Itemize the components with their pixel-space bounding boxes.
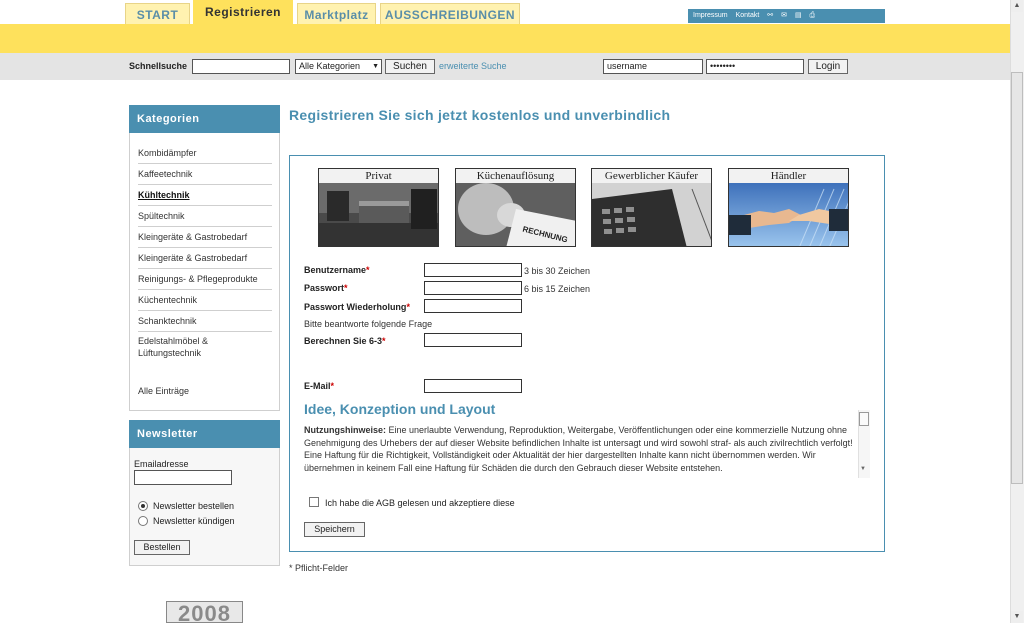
tab-ausschreibungen[interactable]: AUSSCHREIBUNGEN [380, 3, 520, 24]
link-icon[interactable]: ⚯ [767, 12, 773, 19]
search-input[interactable] [192, 59, 290, 74]
question-intro: Bitte beantworte folgende Frage [304, 319, 433, 329]
terms-text: Eine unerlaubte Verwendung, Reproduktion… [304, 425, 853, 473]
card-haendler-label: Händler [729, 169, 848, 183]
sidebar-item-reinigung[interactable]: Reinigungs- & Pflegeprodukte [138, 269, 272, 290]
radio-subscribe-label: Newsletter bestellen [153, 501, 235, 511]
sidebar-item-spueltechnik[interactable]: Spültechnik [138, 206, 272, 227]
username-label: Benutzername* [304, 265, 370, 275]
scroll-up-icon[interactable]: ▲ [1011, 0, 1023, 12]
login-password-input[interactable]: •••••••• [706, 59, 804, 74]
email-input[interactable] [424, 379, 522, 393]
sidebar-item-kleingeraete[interactable]: Kleingeräte & Gastrobedarf [138, 227, 272, 248]
card-haendler[interactable]: Händler [728, 168, 849, 247]
page-scroll-thumb[interactable] [1011, 72, 1023, 484]
card-gewerblicher-kaeufer[interactable]: Gewerblicher Käufer [591, 168, 712, 247]
header-band [0, 24, 1010, 53]
search-button[interactable]: Suchen [385, 59, 435, 74]
password-hint: 6 bis 15 Zeichen [524, 284, 591, 294]
search-label: Schnellsuche [129, 61, 188, 71]
category-select-value: Alle Kategorien [299, 61, 361, 71]
save-button[interactable]: Speichern [304, 522, 365, 537]
categories-header: Kategorien [129, 105, 280, 133]
card-kuechenaufloesung-label: Küchenauflösung [456, 169, 575, 183]
chevron-down-icon: ▼ [372, 63, 379, 70]
password-label: Passwort* [304, 283, 348, 293]
agb-checkbox[interactable] [309, 497, 319, 507]
print-icon[interactable]: ⎙ [810, 12, 816, 19]
sidebar-item-kleingeraete-2[interactable]: Kleingeräte & Gastrobedarf [138, 248, 272, 269]
kontakt-link[interactable]: Kontakt [736, 12, 760, 19]
sidebar-all-entries[interactable]: Alle Einträge [138, 381, 272, 402]
year-badge-text: 2008 [178, 601, 231, 623]
mail-icon[interactable]: ✉ [781, 12, 787, 19]
radio-unsubscribe[interactable] [138, 516, 148, 526]
password-input[interactable] [424, 281, 522, 295]
tab-marktplatz[interactable]: Marktplatz [297, 3, 376, 24]
tab-registrieren[interactable]: Registrieren [193, 0, 293, 24]
impressum-link[interactable]: Impressum [693, 12, 728, 19]
utility-bar: Impressum Kontakt ⚯ ✉ ▤ ⎙ [688, 9, 885, 23]
terms-scroll-thumb[interactable] [859, 412, 869, 426]
required-footnote: * Pflicht-Felder [289, 563, 349, 573]
sitemap-icon[interactable]: ▤ [795, 12, 802, 19]
card-gewerblicher-kaeufer-label: Gewerblicher Käufer [592, 169, 711, 183]
advanced-search-link[interactable]: erweiterte Suche [439, 61, 507, 71]
newsletter-submit-button[interactable]: Bestellen [134, 540, 190, 555]
terms-body: Nutzungshinweise: Eine unerlaubte Verwen… [304, 424, 854, 479]
username-input[interactable] [424, 263, 522, 277]
sidebar-item-kombidaempfer[interactable]: Kombidämpfer [138, 143, 272, 164]
card-privat-label: Privat [319, 169, 438, 183]
category-select[interactable]: Alle Kategorien ▼ [295, 59, 382, 74]
username-hint: 3 bis 30 Zeichen [524, 266, 591, 276]
sidebar-item-schanktechnik[interactable]: Schanktechnik [138, 311, 272, 332]
scroll-down-icon[interactable]: ▼ [1011, 611, 1023, 623]
captcha-label: Berechnen Sie 6-3* [304, 336, 386, 346]
newsletter-email-label: Emailadresse [134, 459, 189, 469]
terms-scroll-down-icon[interactable]: ▼ [860, 466, 866, 472]
newsletter-header: Newsletter [129, 420, 280, 448]
login-username-input[interactable]: username [603, 59, 703, 74]
card-privat[interactable]: Privat [318, 168, 439, 247]
email-label: E-Mail* [304, 381, 335, 391]
radio-unsubscribe-label: Newsletter kündigen [153, 516, 235, 526]
login-button[interactable]: Login [808, 59, 848, 74]
captcha-input[interactable] [424, 333, 522, 347]
card-kuechenaufloesung[interactable]: RECHNUNG Küchenauflösung [455, 168, 576, 247]
page-title: Registrieren Sie sich jetzt kostenlos un… [289, 107, 671, 123]
radio-subscribe[interactable] [138, 501, 148, 511]
agb-label: Ich habe die AGB gelesen und akzeptiere … [325, 498, 515, 508]
terms-title: Idee, Konzeption und Layout [304, 401, 496, 417]
newsletter-email-input[interactable] [134, 470, 232, 485]
password-repeat-input[interactable] [424, 299, 522, 313]
terms-lead: Nutzungshinweise: [304, 425, 387, 435]
tab-start[interactable]: START [125, 3, 190, 24]
sidebar-item-kuehltechnik[interactable]: Kühltechnik [138, 185, 272, 206]
sidebar-item-kaffeetechnik[interactable]: Kaffeetechnik [138, 164, 272, 185]
sidebar-item-kuechentechnik[interactable]: Küchentechnik [138, 290, 272, 311]
sidebar-item-edelstahl[interactable]: Edelstahlmöbel & Lüftungstechnik [138, 333, 272, 365]
password-repeat-label: Passwort Wiederholung* [304, 302, 410, 312]
year-badge: 2008 [166, 601, 243, 623]
